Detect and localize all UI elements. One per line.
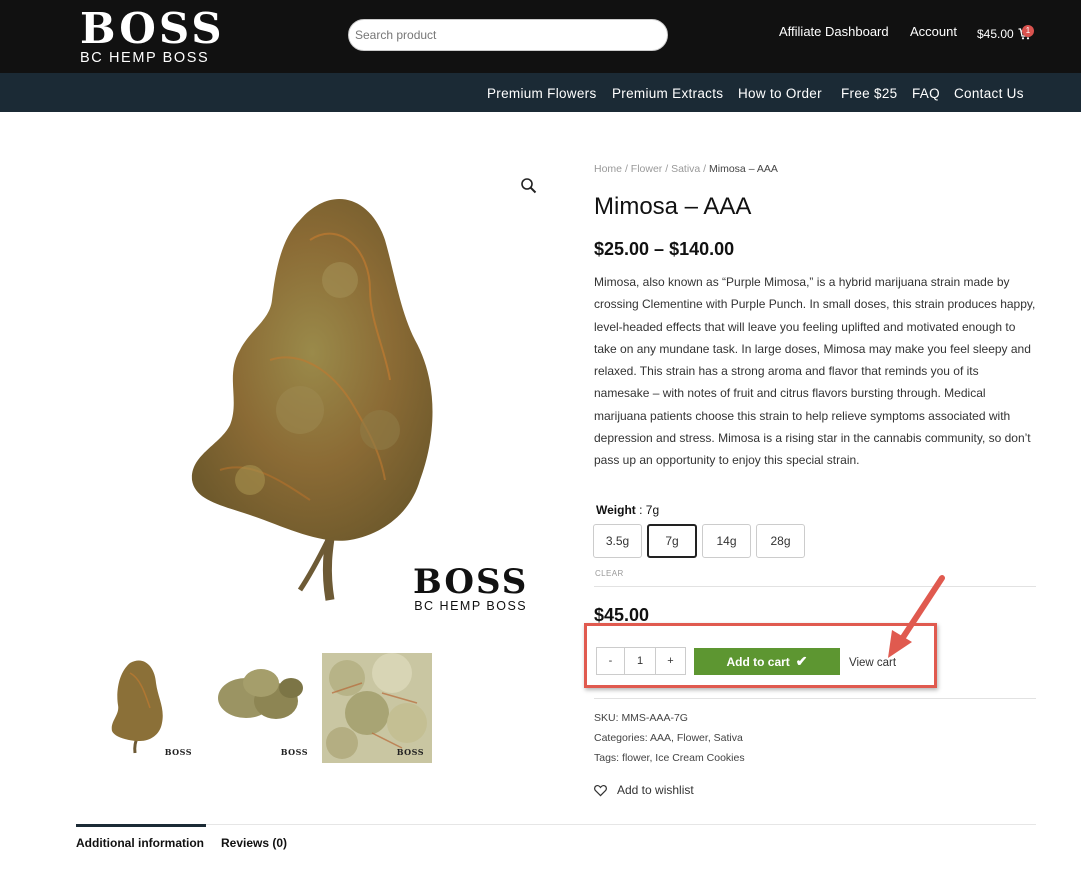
annotation-arrow-icon [888,575,945,658]
breadcrumb-separator: / [703,163,707,175]
product-tags: Tags: flower, Ice Cream Cookies [594,752,745,764]
product-categories: Categories: AAA, Flower, Sativa [594,732,743,744]
gallery-thumbnail[interactable]: BOSS [322,653,432,763]
gallery-thumbnail[interactable]: BOSS [206,653,316,763]
breadcrumb-current: Mimosa – AAA [709,163,778,175]
product-sku: SKU: MMS-AAA-7G [594,712,688,724]
weight-label-separator: : [639,503,646,517]
weight-option-3-5g[interactable]: 3.5g [593,524,642,558]
thumbnail-watermark: BOSS [164,747,192,757]
account-link[interactable]: Account [910,24,957,39]
weight-label: Weight : 7g [596,503,659,517]
tabs-divider [76,824,1036,825]
affiliate-dashboard-link[interactable]: Affiliate Dashboard [779,24,889,39]
top-header: BOSS BC HEMP BOSS Affiliate Dashboard Ac… [0,0,1081,73]
gallery-thumbnail[interactable]: BOSS [90,653,200,763]
watermark-sub-text: BC HEMP BOSS [414,599,528,613]
weight-option-7g[interactable]: 7g [647,524,697,558]
weight-option-28g[interactable]: 28g [756,524,805,558]
watermark-main-text: BOSS [413,562,529,602]
add-to-wishlist-link[interactable]: Add to wishlist [594,783,694,797]
cart-total: $45.00 [977,27,1014,41]
nav-contact-us[interactable]: Contact Us [954,86,1024,101]
tags-links[interactable]: flower, Ice Cream Cookies [622,752,745,764]
weight-label-text: Weight [596,503,636,517]
breadcrumb-separator: / [624,163,628,175]
sku-label: SKU: [594,712,619,724]
divider [594,586,1036,587]
heart-icon [594,784,607,796]
sku-value: MMS-AAA-7G [621,712,688,724]
breadcrumb-sativa[interactable]: Sativa [671,163,700,175]
nav-faq[interactable]: FAQ [912,86,940,101]
weight-option-14g[interactable]: 14g [702,524,751,558]
product-main-image[interactable] [180,180,450,620]
categories-label: Categories: [594,732,648,744]
clear-selection-link[interactable]: CLEAR [595,569,624,578]
thumbnail-watermark: BOSS [280,747,308,757]
nav-premium-extracts[interactable]: Premium Extracts [612,86,723,101]
cart-count-badge: 1 [1022,25,1034,37]
product-price-range: $25.00 – $140.00 [594,239,735,259]
product-description: Mimosa, also known as “Purple Mimosa,” i… [594,275,1036,468]
main-nav: Premium Flowers Premium Extracts How to … [0,73,1081,112]
search-input[interactable] [348,19,668,51]
image-watermark-logo: BOSS BC HEMP BOSS [413,565,528,613]
nav-free-25[interactable]: Free $25 [841,86,897,101]
magnifier-icon[interactable] [520,177,538,195]
tags-label: Tags: [594,752,620,764]
nav-premium-flowers[interactable]: Premium Flowers [487,86,597,101]
thumbnail-watermark: BOSS [396,747,424,757]
breadcrumb-flower[interactable]: Flower [631,163,663,175]
logo-main-text: BOSS [80,4,225,53]
product-title: Mimosa – AAA [594,193,752,220]
divider [594,698,1036,699]
logo-sub-text: BC HEMP BOSS [80,50,210,66]
weight-selected-value: 7g [645,503,660,517]
active-tab-indicator [76,824,206,827]
site-logo[interactable]: BOSS BC HEMP BOSS [80,4,225,67]
breadcrumb-separator: / [665,163,669,175]
breadcrumb-home[interactable]: Home [594,163,622,175]
categories-links[interactable]: AAA, Flower, Sativa [650,732,743,744]
breadcrumb: Home / Flower / Sativa / Mimosa – AAA [594,163,778,175]
tab-reviews[interactable]: Reviews (0) [221,836,287,850]
wishlist-label: Add to wishlist [617,783,694,797]
tab-additional-information[interactable]: Additional information [76,836,204,850]
nav-how-to-order[interactable]: How to Order [738,86,822,101]
